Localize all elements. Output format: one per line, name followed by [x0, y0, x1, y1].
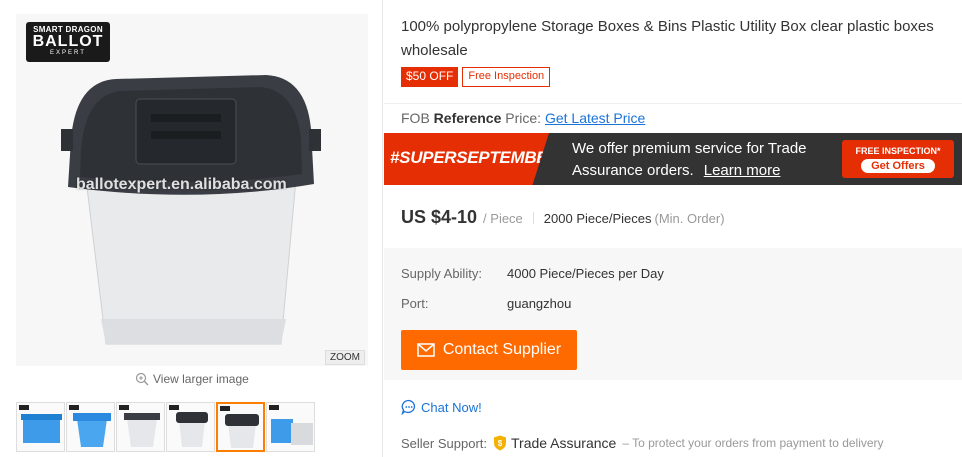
- view-larger-label: View larger image: [153, 372, 249, 386]
- thumbnail-5[interactable]: [216, 402, 265, 452]
- svg-text:$: $: [498, 439, 503, 448]
- min-order-quantity: 2000 Piece/Pieces: [543, 211, 652, 226]
- thumbnail-6[interactable]: [266, 402, 315, 452]
- learn-more-link[interactable]: Learn more: [704, 162, 781, 179]
- seller-support-label: Seller Support:: [401, 435, 487, 451]
- free-inspection-label: FREE INSPECTION*: [855, 146, 941, 156]
- get-offers-button[interactable]: Get Offers: [861, 159, 935, 173]
- banner-line-1: We offer premium service for Trade: [572, 140, 807, 157]
- port-label: Port:: [401, 296, 429, 311]
- free-inspection-badge[interactable]: Free Inspection: [462, 67, 551, 87]
- discount-badge[interactable]: $50 OFF: [401, 67, 459, 87]
- ballot-box-illustration: [61, 75, 321, 345]
- port-value: guangzhou: [507, 296, 572, 311]
- zoom-in-icon: [135, 372, 149, 386]
- shield-icon: $: [494, 435, 506, 451]
- banner-line-2: Assurance orders.: [572, 162, 694, 179]
- logo-line-2: BALLOT: [32, 33, 104, 50]
- seller-support-row: Seller Support: $ Trade Assurance – To p…: [401, 435, 884, 451]
- trade-assurance-note: – To protect your orders from payment to…: [622, 436, 884, 450]
- thumbnail-3[interactable]: [116, 402, 165, 452]
- banner-message: We offer premium service for Trade Assur…: [572, 138, 807, 182]
- thumbnail-4[interactable]: [166, 402, 215, 452]
- free-inspection-offer[interactable]: FREE INSPECTION* Get Offers: [842, 140, 954, 178]
- logo-line-3: EXPERT: [50, 50, 86, 56]
- price-unit: / Piece: [483, 211, 523, 226]
- get-latest-price-link[interactable]: Get Latest Price: [545, 110, 645, 126]
- thumbnail-2[interactable]: [66, 402, 115, 452]
- zoom-button[interactable]: ZOOM: [325, 350, 365, 365]
- campaign-label: #SUPERSEPTEMBER: [390, 148, 560, 167]
- divider: [384, 103, 962, 104]
- product-gallery: SMART DRAGON BALLOT EXPERT ballotexpert.…: [0, 0, 383, 457]
- chat-now-link[interactable]: Chat Now!: [401, 399, 482, 415]
- promo-banner[interactable]: #SUPERSEPTEMBER We offer premium service…: [384, 133, 962, 185]
- campaign-tag: #SUPERSEPTEMBER: [384, 133, 549, 185]
- fob-suffix: Price:: [505, 110, 542, 126]
- envelope-icon: [417, 343, 435, 357]
- price-row: US $4-10 / Piece 2000 Piece/Pieces (Min. …: [401, 207, 725, 228]
- view-larger-link[interactable]: View larger image: [135, 372, 249, 386]
- promo-badges: $50 OFF Free Inspection: [401, 67, 551, 87]
- watermark-text: ballotexpert.en.alibaba.com: [76, 176, 287, 193]
- supply-info-panel: Supply Ability: 4000 Piece/Pieces per Da…: [384, 248, 962, 380]
- supply-ability-label: Supply Ability:: [401, 266, 482, 281]
- chat-icon: [401, 399, 416, 415]
- port-row: Port: guangzhou: [401, 296, 571, 311]
- supply-ability-row: Supply Ability: 4000 Piece/Pieces per Da…: [401, 266, 664, 281]
- product-title: 100% polypropylene Storage Boxes & Bins …: [401, 18, 934, 59]
- min-order-note: (Min. Order): [654, 211, 725, 226]
- trade-assurance-link[interactable]: $ Trade Assurance: [493, 435, 616, 451]
- thumbnail-1[interactable]: [16, 402, 65, 452]
- trade-assurance-label: Trade Assurance: [511, 435, 617, 451]
- price-value: US $4-10: [401, 207, 478, 227]
- thumbnail-strip: [16, 402, 315, 452]
- fob-prefix: FOB: [401, 110, 430, 126]
- main-product-image[interactable]: SMART DRAGON BALLOT EXPERT ballotexpert.…: [16, 14, 368, 366]
- fob-reference: Reference: [433, 110, 502, 126]
- brand-logo: SMART DRAGON BALLOT EXPERT: [26, 22, 110, 62]
- fob-price-row: FOB Reference Price: Get Latest Price: [401, 110, 645, 126]
- min-order: 2000 Piece/Pieces (Min. Order): [544, 211, 725, 226]
- chat-now-label: Chat Now!: [421, 399, 482, 415]
- contact-supplier-label: Contact Supplier: [442, 341, 562, 358]
- supply-ability-value: 4000 Piece/Pieces per Day: [507, 266, 664, 281]
- contact-supplier-button[interactable]: Contact Supplier: [401, 330, 577, 370]
- price-separator: [532, 211, 534, 224]
